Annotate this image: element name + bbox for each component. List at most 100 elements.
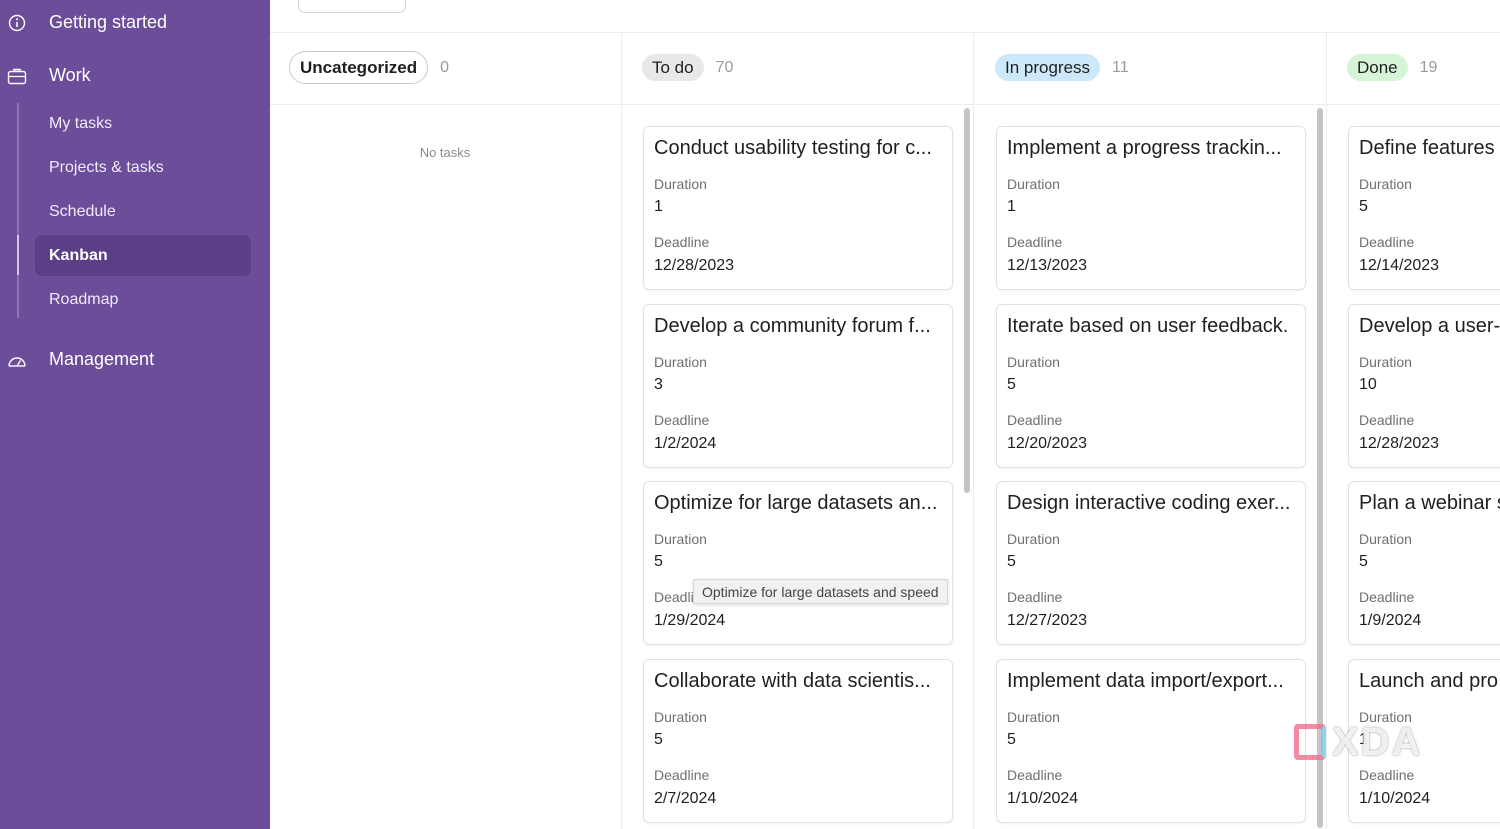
duration-label: Duration bbox=[1007, 354, 1060, 370]
deadline-label: Deadline bbox=[654, 412, 710, 428]
duration-label: Duration bbox=[1359, 354, 1412, 370]
duration-value: 10 bbox=[1359, 376, 1377, 393]
deadline-label: Deadline bbox=[1007, 234, 1063, 250]
task-card[interactable]: Design interactive coding exer... Durati… bbox=[996, 481, 1306, 645]
nav-management-label: Management bbox=[49, 349, 155, 369]
deadline-value: 1/2/2024 bbox=[654, 435, 717, 452]
duration-label: Duration bbox=[1007, 531, 1060, 547]
task-title: Iterate based on user feedback. bbox=[1007, 315, 1289, 337]
column-title-badge[interactable]: To do bbox=[642, 54, 704, 81]
column-scrollbar[interactable] bbox=[964, 108, 970, 493]
duration-label: Duration bbox=[1007, 176, 1060, 192]
duration-value: 1 bbox=[654, 198, 663, 215]
task-card[interactable]: Plan a webinar s Duration 5 Deadline 1/9… bbox=[1348, 481, 1500, 645]
deadline-value: 12/20/2023 bbox=[1007, 435, 1088, 452]
xda-logo-icon bbox=[1294, 724, 1326, 760]
task-card[interactable]: Implement data import/export... Duration… bbox=[996, 659, 1306, 823]
duration-label: Duration bbox=[1359, 531, 1412, 547]
submenu-active-indicator bbox=[17, 235, 19, 275]
sidebar-item-projects-tasks[interactable]: Projects & tasks bbox=[35, 147, 251, 188]
task-title: Develop a community forum f... bbox=[654, 315, 931, 337]
duration-label: Duration bbox=[1007, 709, 1060, 725]
task-title: Conduct usability testing for c... bbox=[654, 137, 932, 159]
column-done: Done 19 Define features Duration 5 Deadl… bbox=[1347, 33, 1500, 829]
duration-value: 1 bbox=[1007, 198, 1016, 215]
task-card[interactable]: Develop a user- Duration 10 Deadline 12/… bbox=[1348, 304, 1500, 468]
task-title-tooltip: Optimize for large datasets and speed bbox=[693, 579, 948, 604]
column-todo: To do 70 Conduct usability testing for c… bbox=[642, 33, 974, 829]
task-title: Plan a webinar s bbox=[1359, 492, 1500, 514]
duration-value: 5 bbox=[1359, 198, 1368, 215]
column-header: To do 70 bbox=[642, 54, 733, 81]
column-title-badge[interactable]: In progress bbox=[995, 54, 1101, 81]
duration-label: Duration bbox=[654, 354, 707, 370]
duration-value: 5 bbox=[654, 731, 663, 748]
deadline-value: 1/9/2024 bbox=[1359, 612, 1422, 629]
task-card[interactable]: Iterate based on user feedback. Duration… bbox=[996, 304, 1306, 468]
task-card[interactable]: Develop a community forum f... Duration … bbox=[643, 304, 953, 468]
task-card[interactable]: Implement a progress trackin... Duration… bbox=[996, 126, 1306, 290]
column-header: In progress 11 bbox=[995, 54, 1129, 81]
task-card[interactable]: Optimize for large datasets an... Durati… bbox=[643, 481, 953, 645]
deadline-value: 12/28/2023 bbox=[1359, 435, 1440, 452]
task-title: Define features bbox=[1359, 137, 1495, 159]
sidebar-item-my-tasks[interactable]: My tasks bbox=[35, 103, 251, 144]
nav-getting-started-label: Getting started bbox=[49, 12, 168, 32]
column-header: Uncategorized 0 bbox=[289, 51, 449, 84]
deadline-value: 12/14/2023 bbox=[1359, 257, 1440, 274]
sidebar-item-roadmap[interactable]: Roadmap bbox=[35, 279, 251, 320]
deadline-value: 2/7/2024 bbox=[654, 790, 717, 807]
deadline-label: Deadline bbox=[1007, 767, 1063, 783]
deadline-label: Deadline bbox=[654, 767, 710, 783]
nav-work-label: Work bbox=[49, 65, 91, 85]
column-uncategorized: Uncategorized 0 No tasks bbox=[289, 33, 601, 829]
column-count: 70 bbox=[715, 58, 734, 76]
column-title-badge[interactable]: Uncategorized bbox=[289, 51, 429, 84]
task-title: Implement data import/export... bbox=[1007, 670, 1284, 692]
sidebar-item-kanban[interactable]: Kanban bbox=[35, 235, 251, 276]
deadline-value: 12/27/2023 bbox=[1007, 612, 1088, 629]
deadline-value: 1/10/2024 bbox=[1359, 790, 1431, 807]
task-card[interactable]: Collaborate with data scientis... Durati… bbox=[643, 659, 953, 823]
task-title: Launch and pro bbox=[1359, 670, 1499, 692]
info-circle-icon bbox=[7, 13, 27, 33]
deadline-value: 1/29/2024 bbox=[654, 612, 726, 629]
sidebar: Getting started Work My tasks Projects &… bbox=[0, 0, 270, 829]
sidebar-item-schedule[interactable]: Schedule bbox=[35, 191, 251, 232]
deadline-label: Deadline bbox=[1359, 767, 1415, 783]
xda-watermark: XDA bbox=[1294, 720, 1422, 764]
briefcase-icon bbox=[7, 66, 27, 86]
task-card[interactable]: Define features Duration 5 Deadline 12/1… bbox=[1348, 126, 1500, 290]
deadline-label: Deadline bbox=[1359, 589, 1415, 605]
toolbar-button[interactable] bbox=[298, 0, 406, 13]
duration-label: Duration bbox=[654, 176, 707, 192]
column-count: 11 bbox=[1112, 58, 1129, 76]
duration-label: Duration bbox=[654, 531, 707, 547]
deadline-label: Deadline bbox=[654, 234, 710, 250]
duration-value: 5 bbox=[1007, 376, 1016, 393]
duration-label: Duration bbox=[654, 709, 707, 725]
deadline-value: 1/10/2024 bbox=[1007, 790, 1079, 807]
watermark-text: XDA bbox=[1332, 719, 1423, 764]
kanban-board: Uncategorized 0 No tasks To do 70 Conduc… bbox=[270, 0, 1500, 829]
task-title: Collaborate with data scientis... bbox=[654, 670, 931, 692]
column-count: 0 bbox=[440, 58, 450, 76]
task-title: Develop a user- bbox=[1359, 315, 1500, 337]
column-header: Done 19 bbox=[1347, 54, 1437, 81]
empty-column-message: No tasks bbox=[419, 145, 471, 160]
submenu-guide-line bbox=[17, 103, 19, 318]
task-card[interactable]: Conduct usability testing for c... Durat… bbox=[643, 126, 953, 290]
column-title-badge[interactable]: Done bbox=[1347, 54, 1408, 81]
task-title: Design interactive coding exer... bbox=[1007, 492, 1291, 514]
task-title: Optimize for large datasets an... bbox=[654, 492, 938, 514]
column-in-progress: In progress 11 Implement a progress trac… bbox=[995, 33, 1327, 829]
column-count: 19 bbox=[1419, 58, 1438, 76]
duration-value: 5 bbox=[1007, 553, 1016, 570]
deadline-value: 12/13/2023 bbox=[1007, 257, 1088, 274]
deadline-label: Deadline bbox=[1007, 412, 1063, 428]
deadline-value: 12/28/2023 bbox=[654, 257, 735, 274]
deadline-label: Deadline bbox=[1359, 412, 1415, 428]
gauge-icon bbox=[7, 351, 27, 371]
duration-value: 5 bbox=[654, 553, 663, 570]
duration-value: 5 bbox=[1007, 731, 1016, 748]
